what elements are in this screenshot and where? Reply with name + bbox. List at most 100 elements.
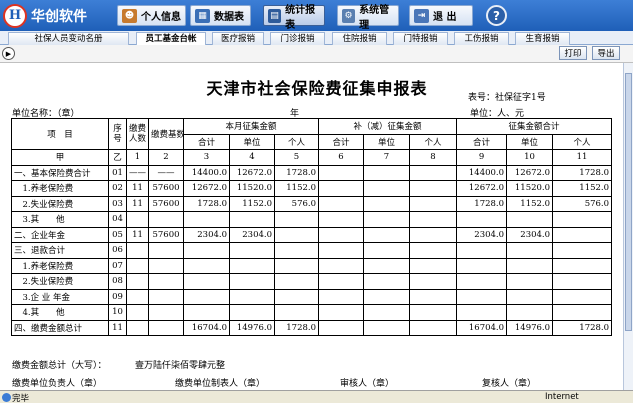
table-cell xyxy=(506,304,554,321)
table-cell xyxy=(148,257,184,274)
table-icon: ▦ xyxy=(195,8,210,23)
table-cell: 11520.0 xyxy=(229,180,275,197)
table-cell xyxy=(456,288,508,305)
app-name: 华创软件 xyxy=(31,8,87,25)
exit-icon: ⇥ xyxy=(414,8,429,23)
index-cell: 1 xyxy=(126,149,149,166)
header-total: 征集金额合计 xyxy=(456,118,613,135)
table-cell xyxy=(148,288,184,305)
table-cell: —— xyxy=(126,164,149,181)
header-individual: 个人 xyxy=(274,133,319,150)
row-seq: 08 xyxy=(108,273,127,290)
row-item-label: 1.养老保险费 xyxy=(11,180,109,197)
table-cell xyxy=(506,273,554,290)
nav-stats-button[interactable]: ▤ 统计报表 xyxy=(263,5,325,31)
table-cell xyxy=(126,304,149,321)
table-cell xyxy=(126,319,149,336)
header-sum: 合计 xyxy=(183,133,230,150)
print-button[interactable]: 打印 xyxy=(559,46,587,60)
index-cell: 甲 xyxy=(11,149,109,166)
tab-outpatient[interactable]: 门诊报销 xyxy=(270,32,325,45)
help-icon[interactable]: ? xyxy=(486,5,507,26)
table-cell xyxy=(183,257,230,274)
table-cell xyxy=(552,211,613,228)
table-row: 一、基本保险费合计 01 —— —— 14400.0 12672.0 1728.0 14400… xyxy=(11,164,613,181)
nav-exit-button[interactable]: ⇥ 退 出 xyxy=(409,5,473,26)
table-cell xyxy=(274,211,319,228)
table-cell: 12672.0 xyxy=(456,180,508,197)
table-cell xyxy=(183,211,230,228)
table-cell xyxy=(318,273,364,290)
table-cell xyxy=(363,180,410,197)
table-cell xyxy=(318,180,364,197)
table-cell xyxy=(363,288,410,305)
tab-special-outpatient[interactable]: 门特报销 xyxy=(393,32,448,45)
table-cell: 11 xyxy=(126,226,149,243)
table-cell xyxy=(408,288,458,305)
table-cell xyxy=(318,164,364,181)
row-seq: 07 xyxy=(108,257,127,274)
export-button[interactable]: 导出 xyxy=(592,46,620,60)
header-individual: 个人 xyxy=(552,133,613,150)
header-sum: 合计 xyxy=(456,133,508,150)
table-cell xyxy=(229,273,275,290)
vertical-scrollbar[interactable] xyxy=(623,63,633,390)
index-cell: 10 xyxy=(506,149,554,166)
table-cell xyxy=(552,288,613,305)
report-viewport[interactable]: 天津市社会保险费征集申报表 表号：社保征字1号 单位名称：（章） 年 单位：人、… xyxy=(0,62,633,390)
table-cell xyxy=(363,195,410,212)
table-cell xyxy=(408,195,458,212)
table-cell xyxy=(506,211,554,228)
index-cell: 5 xyxy=(274,149,319,166)
table-cell xyxy=(408,211,458,228)
table-cell xyxy=(456,242,508,259)
table-cell xyxy=(148,304,184,321)
expand-icon[interactable]: ▶ xyxy=(2,47,15,60)
table-cell xyxy=(126,257,149,274)
scrollbar-thumb[interactable] xyxy=(625,73,632,331)
nav-data-button[interactable]: ▦ 数据表 xyxy=(190,5,251,26)
table-cell xyxy=(456,273,508,290)
table-row: 3.其 他 04 xyxy=(11,211,613,228)
table-cell xyxy=(183,242,230,259)
tab-insured-changes[interactable]: 社保人员变动名册 xyxy=(8,32,129,45)
table-cell: 1728.0 xyxy=(552,164,613,181)
table-cell xyxy=(506,288,554,305)
tab-inpatient[interactable]: 住院报销 xyxy=(332,32,387,45)
table-cell xyxy=(274,288,319,305)
nav-system-button[interactable]: ⚙ 系统管理 xyxy=(337,5,399,31)
person-icon: ☻ xyxy=(122,8,137,23)
row-item-label: 3.其 他 xyxy=(11,211,109,228)
report-title: 天津市社会保险费征集申报表 xyxy=(206,79,428,98)
table-cell xyxy=(408,319,458,336)
table-cell xyxy=(363,319,410,336)
nav-personal-button[interactable]: ☻ 个人信息 xyxy=(117,5,186,26)
table-cell xyxy=(229,304,275,321)
table-cell xyxy=(318,195,364,212)
table-cell: 14976.0 xyxy=(229,319,275,336)
table-cell: 14976.0 xyxy=(506,319,554,336)
table-cell xyxy=(229,211,275,228)
ie-page-icon xyxy=(2,393,11,402)
row-seq: 11 xyxy=(108,319,127,336)
tab-medical[interactable]: 医疗报销 xyxy=(212,32,264,45)
table-row: 二、企业年金 05 11 57600 2304.0 2304.0 2304.0 2304.0 xyxy=(11,226,613,243)
tab-employee-fund-ledger[interactable]: 员工基金台帐 xyxy=(136,32,206,45)
tab-work-injury[interactable]: 工伤报销 xyxy=(454,32,509,45)
nav-system-label: 系统管理 xyxy=(359,4,390,31)
row-seq: 01 xyxy=(108,164,127,181)
tab-maternity[interactable]: 生育报销 xyxy=(515,32,570,45)
table-cell xyxy=(318,211,364,228)
table-cell: 57600 xyxy=(148,226,184,243)
table-cell xyxy=(318,288,364,305)
table-cell xyxy=(318,226,364,243)
row-item-label: 三、退款合计 xyxy=(11,242,109,259)
table-row: 三、退款合计 06 xyxy=(11,242,613,259)
row-seq: 10 xyxy=(108,304,127,321)
table-cell xyxy=(126,242,149,259)
sign-reviewer: 复核人（章） xyxy=(482,379,537,389)
row-item-label: 3.企 业 年金 xyxy=(11,288,109,305)
row-seq: 05 xyxy=(108,226,127,243)
table-cell: 14400.0 xyxy=(183,164,230,181)
table-cell xyxy=(363,257,410,274)
